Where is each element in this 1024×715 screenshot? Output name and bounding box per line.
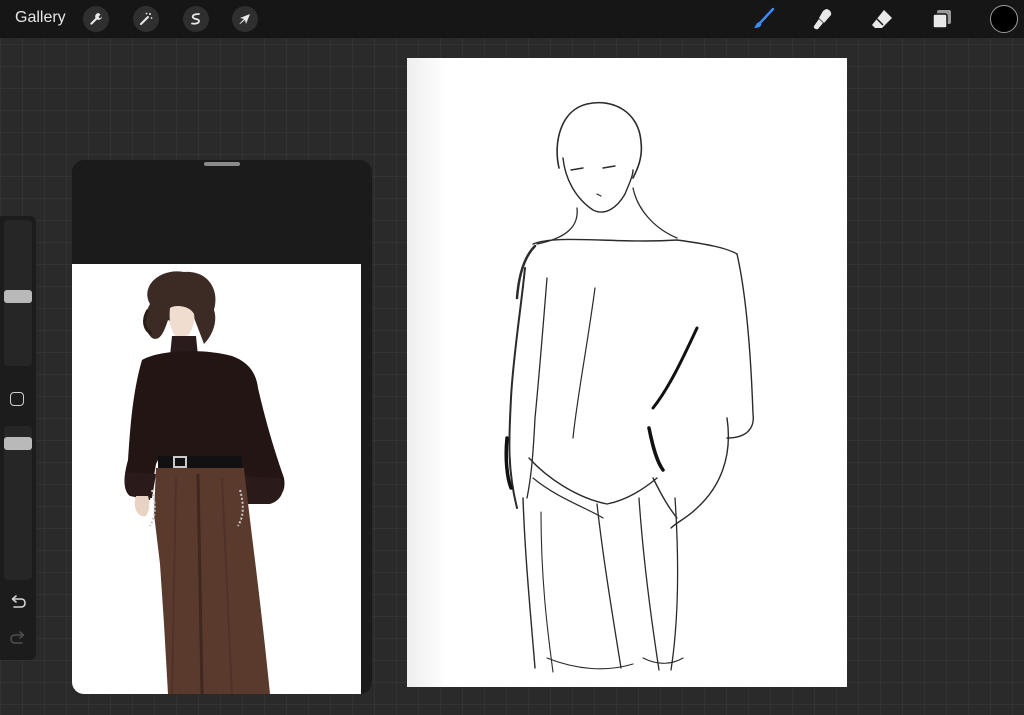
eraser-tool-button[interactable] (868, 5, 896, 33)
brush-tool-button[interactable] (750, 5, 778, 33)
undo-icon[interactable] (9, 594, 27, 615)
redo-icon[interactable] (9, 630, 27, 651)
gallery-button[interactable]: Gallery (15, 9, 66, 27)
figure-sketch (504, 101, 754, 673)
actions-button[interactable] (83, 6, 109, 32)
adjustments-button[interactable] (133, 6, 159, 32)
brush-size-thumb[interactable] (4, 290, 32, 303)
reference-panel[interactable] (72, 160, 372, 694)
modify-button[interactable] (10, 392, 24, 406)
arrow-cursor-icon (237, 11, 253, 27)
brush-icon (751, 6, 777, 32)
wrench-icon (88, 11, 104, 27)
transform-button[interactable] (232, 6, 258, 32)
color-picker-button[interactable] (990, 5, 1018, 33)
selection-s-icon (188, 11, 204, 27)
figure-icon (124, 271, 285, 694)
smudge-icon (810, 6, 836, 32)
reference-image (72, 264, 361, 694)
drawing-canvas[interactable] (407, 58, 847, 687)
magic-wand-icon (138, 11, 154, 27)
opacity-thumb[interactable] (4, 437, 32, 450)
reference-drag-handle[interactable] (204, 162, 240, 166)
smudge-tool-button[interactable] (809, 5, 837, 33)
layers-button[interactable] (928, 5, 956, 33)
left-sidebar (0, 216, 36, 660)
top-toolbar: Gallery (0, 0, 1024, 38)
eraser-icon (869, 6, 895, 32)
layers-icon (929, 6, 955, 32)
selection-button[interactable] (183, 6, 209, 32)
